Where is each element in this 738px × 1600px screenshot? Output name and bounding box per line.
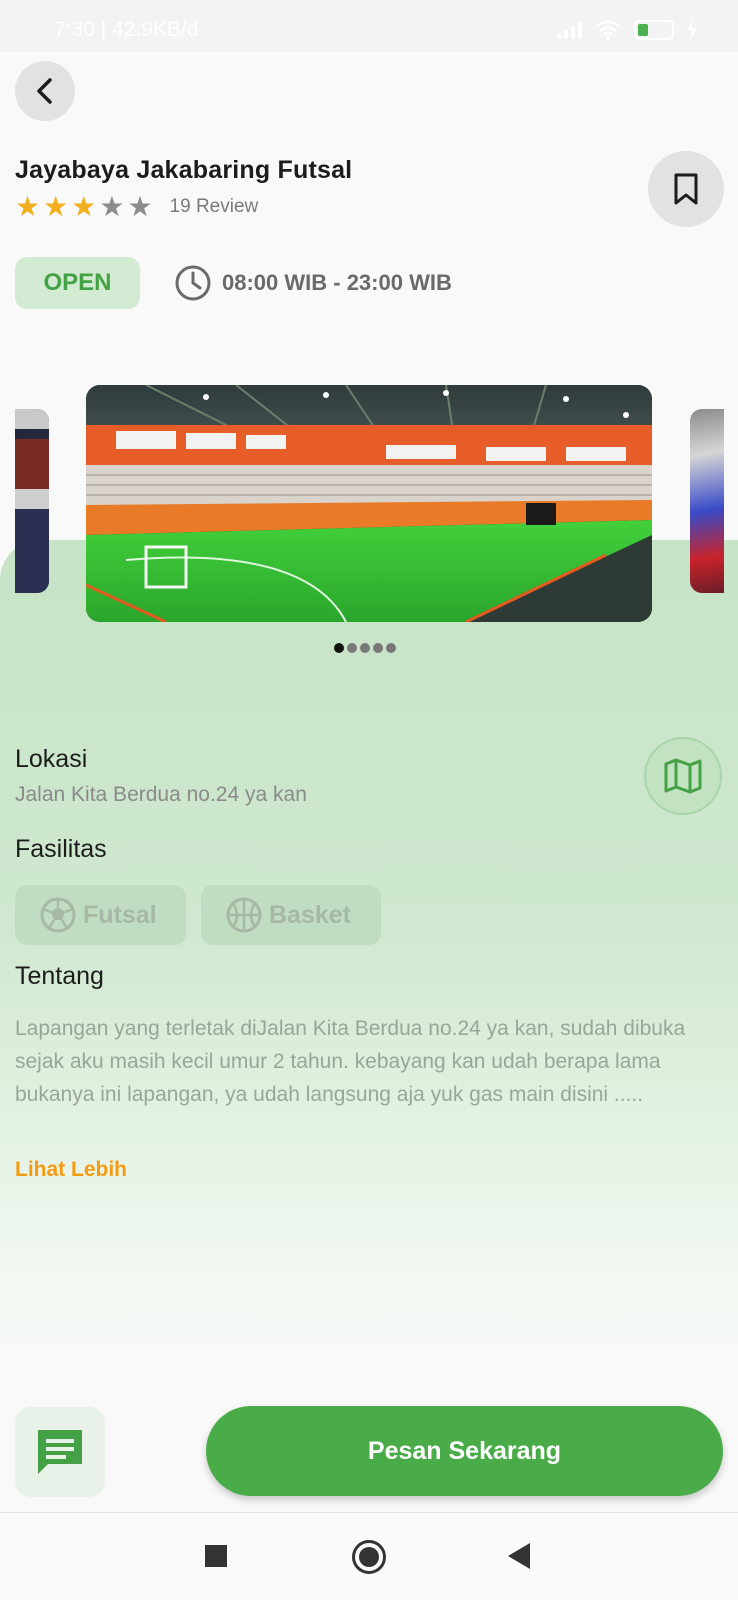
review-count[interactable]: 19 Review xyxy=(170,196,259,218)
clock-icon xyxy=(175,265,211,301)
carousel-next-image[interactable] xyxy=(690,409,724,593)
recent-apps-icon[interactable] xyxy=(205,1545,227,1567)
soccer-ball-icon xyxy=(40,897,76,933)
facility-futsal: Futsal xyxy=(15,885,186,945)
signal-icon xyxy=(557,21,582,39)
opening-hours: 08:00 WIB - 23:00 WIB xyxy=(174,264,452,302)
carousel-dots xyxy=(334,643,396,653)
content-background xyxy=(0,540,738,1392)
rating: ★ ★ ★ ★ ★ 19 Review xyxy=(15,193,258,221)
chat-button[interactable] xyxy=(15,1407,105,1497)
star-icon: ★ xyxy=(15,190,41,223)
status-bar: 7:30 | 42.9KB/d xyxy=(0,0,738,52)
status-badge: OPEN xyxy=(15,257,140,309)
charging-icon xyxy=(687,20,697,40)
star-icon: ★ xyxy=(71,190,97,223)
map-button[interactable] xyxy=(644,737,722,815)
system-back-icon[interactable] xyxy=(508,1543,530,1569)
wifi-icon xyxy=(595,20,621,40)
location-address: Jalan Kita Berdua no.24 ya kan xyxy=(15,783,307,806)
carousel-main-image[interactable] xyxy=(86,385,652,622)
facility-label: Futsal xyxy=(83,900,157,929)
carousel-prev-image[interactable] xyxy=(15,409,49,593)
order-now-button[interactable]: Pesan Sekarang xyxy=(206,1406,723,1496)
location-heading: Lokasi xyxy=(15,745,88,773)
facility-label: Basket xyxy=(269,900,351,929)
futsal-court-photo xyxy=(86,385,652,622)
chevron-left-icon xyxy=(37,78,52,104)
map-icon xyxy=(664,758,702,794)
bookmark-button[interactable] xyxy=(648,151,724,227)
star-icon: ★ xyxy=(99,190,125,223)
hours-text: 08:00 WIB - 23:00 WIB xyxy=(222,270,452,295)
status-icons xyxy=(557,20,698,40)
carousel-dot[interactable] xyxy=(347,643,357,653)
battery-icon xyxy=(634,20,674,40)
facility-basket: Basket xyxy=(201,885,381,945)
chat-icon xyxy=(38,1430,82,1474)
facilities-heading: Fasilitas xyxy=(15,835,107,863)
carousel-dot[interactable] xyxy=(386,643,396,653)
indoor-court-image xyxy=(15,409,49,593)
about-text: Lapangan yang terletak diJalan Kita Berd… xyxy=(15,1017,686,1106)
carousel-dot[interactable] xyxy=(360,643,370,653)
star-icon: ★ xyxy=(127,190,153,223)
bookmark-icon xyxy=(674,173,698,205)
about-heading: Tentang xyxy=(15,962,104,990)
back-button[interactable] xyxy=(15,61,75,121)
venue-title: Jayabaya Jakabaring Futsal xyxy=(15,156,353,184)
carousel-dot[interactable] xyxy=(334,643,344,653)
home-icon[interactable] xyxy=(352,1540,386,1574)
carousel-dot[interactable] xyxy=(373,643,383,653)
see-more-link[interactable]: Lihat Lebih xyxy=(15,1158,127,1182)
status-time-text: 7:30 | 42.9KB/d xyxy=(54,18,199,41)
star-icon: ★ xyxy=(43,190,69,223)
basketball-icon xyxy=(226,897,262,933)
